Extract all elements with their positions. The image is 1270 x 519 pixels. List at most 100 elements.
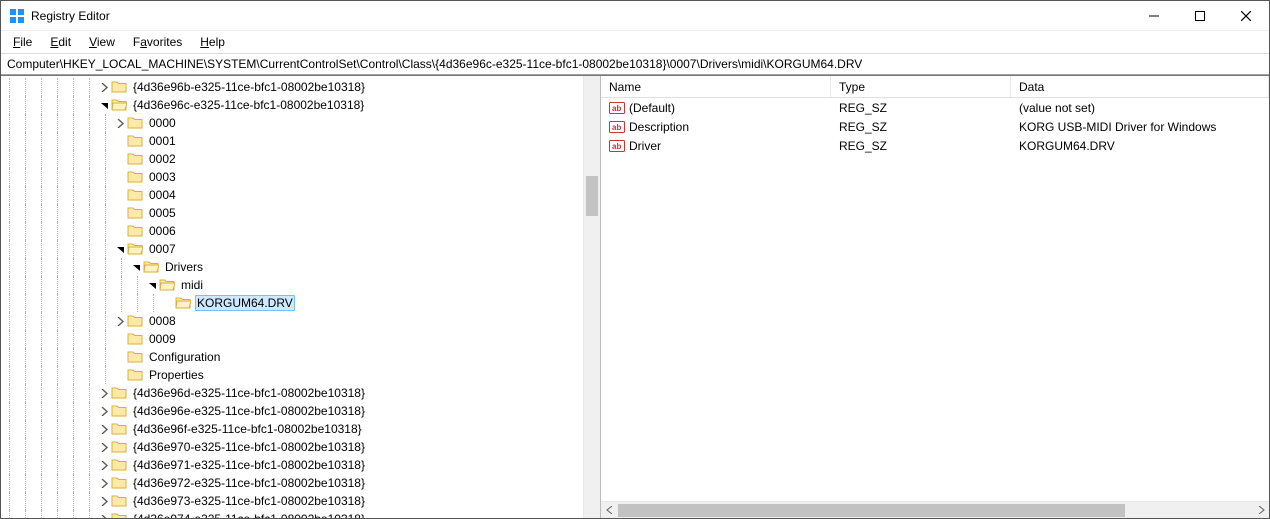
tree-label[interactable]: Drivers [163, 260, 205, 274]
chevron-right-icon[interactable] [97, 384, 111, 402]
tree-node-n0005[interactable]: 0005 [1, 204, 583, 222]
scroll-track[interactable] [618, 502, 1252, 519]
tree-node-n0006[interactable]: 0006 [1, 222, 583, 240]
tree-node-guid_6d[interactable]: {4d36e96d-e325-11ce-bfc1-08002be10318} [1, 384, 583, 402]
column-type[interactable]: Type [831, 76, 1011, 97]
tree-label[interactable]: 0002 [147, 152, 178, 166]
tree-label[interactable]: {4d36e96d-e325-11ce-bfc1-08002be10318} [131, 386, 367, 400]
values-list[interactable]: (Default)REG_SZ(value not set)Descriptio… [601, 98, 1269, 501]
tree-label[interactable]: {4d36e974-e325-11ce-bfc1-08002be10318} [131, 512, 367, 518]
menu-edit[interactable]: Edit [42, 33, 79, 51]
menu-file[interactable]: File [5, 33, 40, 51]
tree-label[interactable]: 0008 [147, 314, 178, 328]
tree-label[interactable]: 0001 [147, 134, 178, 148]
scroll-left-button[interactable] [601, 502, 618, 519]
tree-node-n0008[interactable]: 0008 [1, 312, 583, 330]
tree-label[interactable]: {4d36e96f-e325-11ce-bfc1-08002be10318} [131, 422, 364, 436]
scrollbar-thumb[interactable] [586, 176, 598, 216]
chevron-right-icon[interactable] [97, 456, 111, 474]
tree-node-guid_6b[interactable]: {4d36e96b-e325-11ce-bfc1-08002be10318} [1, 78, 583, 96]
minimize-button[interactable] [1131, 1, 1177, 31]
tree-node-midi[interactable]: midi [1, 276, 583, 294]
address-path[interactable]: Computer\HKEY_LOCAL_MACHINE\SYSTEM\Curre… [7, 57, 862, 71]
tree-node-n0003[interactable]: 0003 [1, 168, 583, 186]
chevron-right-icon[interactable] [97, 492, 111, 510]
menu-view[interactable]: View [81, 33, 123, 51]
tree-label[interactable]: {4d36e96e-e325-11ce-bfc1-08002be10318} [131, 404, 367, 418]
tree-node-guid_6e[interactable]: {4d36e96e-e325-11ce-bfc1-08002be10318} [1, 402, 583, 420]
column-data[interactable]: Data [1011, 76, 1269, 97]
tree-node-guid_70[interactable]: {4d36e970-e325-11ce-bfc1-08002be10318} [1, 438, 583, 456]
tree-node-korgum[interactable]: KORGUM64.DRV [1, 294, 583, 312]
tree-label[interactable]: {4d36e972-e325-11ce-bfc1-08002be10318} [131, 476, 367, 490]
horizontal-scrollbar[interactable] [601, 501, 1269, 518]
tree-node-guid_71[interactable]: {4d36e971-e325-11ce-bfc1-08002be10318} [1, 456, 583, 474]
tree-node-n0000[interactable]: 0000 [1, 114, 583, 132]
twisty-empty [113, 186, 127, 204]
tree-label[interactable]: {4d36e96c-e325-11ce-bfc1-08002be10318} [131, 98, 366, 112]
tree-label[interactable]: KORGUM64.DRV [195, 295, 295, 311]
chevron-right-icon[interactable] [97, 474, 111, 492]
chevron-down-icon[interactable] [129, 258, 143, 276]
twisty-empty [113, 204, 127, 222]
tree-label[interactable]: {4d36e971-e325-11ce-bfc1-08002be10318} [131, 458, 367, 472]
tree-node-n0004[interactable]: 0004 [1, 186, 583, 204]
tree-scrollbar[interactable] [583, 76, 600, 518]
chevron-down-icon[interactable] [113, 240, 127, 258]
tree-label[interactable]: 0006 [147, 224, 178, 238]
tree-label[interactable]: {4d36e973-e325-11ce-bfc1-08002be10318} [131, 494, 367, 508]
chevron-right-icon[interactable] [97, 438, 111, 456]
tree-node-n0001[interactable]: 0001 [1, 132, 583, 150]
values-header[interactable]: Name Type Data [601, 76, 1269, 98]
tree-node-guid_72[interactable]: {4d36e972-e325-11ce-bfc1-08002be10318} [1, 474, 583, 492]
chevron-right-icon[interactable] [113, 114, 127, 132]
value-row[interactable]: DescriptionREG_SZKORG USB-MIDI Driver fo… [601, 117, 1269, 136]
tree-label[interactable]: midi [179, 278, 205, 292]
value-row[interactable]: DriverREG_SZKORGUM64.DRV [601, 136, 1269, 155]
folder-icon [111, 385, 127, 401]
tree-label[interactable]: 0009 [147, 332, 178, 346]
chevron-right-icon[interactable] [97, 510, 111, 518]
tree-node-n0002[interactable]: 0002 [1, 150, 583, 168]
tree-node-guid_74[interactable]: {4d36e974-e325-11ce-bfc1-08002be10318} [1, 510, 583, 518]
chevron-right-icon[interactable] [113, 312, 127, 330]
close-button[interactable] [1223, 1, 1269, 31]
titlebar[interactable]: Registry Editor [1, 1, 1269, 31]
tree-node-guid_73[interactable]: {4d36e973-e325-11ce-bfc1-08002be10318} [1, 492, 583, 510]
tree-label[interactable]: Configuration [147, 350, 222, 364]
tree-node-configuration[interactable]: Configuration [1, 348, 583, 366]
tree-node-n0009[interactable]: 0009 [1, 330, 583, 348]
address-bar[interactable]: Computer\HKEY_LOCAL_MACHINE\SYSTEM\Curre… [1, 53, 1269, 75]
tree-label[interactable]: 0007 [147, 242, 178, 256]
value-row[interactable]: (Default)REG_SZ(value not set) [601, 98, 1269, 117]
menu-help[interactable]: Help [192, 33, 233, 51]
tree-label[interactable]: 0000 [147, 116, 178, 130]
tree-node-guid_6f[interactable]: {4d36e96f-e325-11ce-bfc1-08002be10318} [1, 420, 583, 438]
minimize-icon [1149, 11, 1159, 21]
tree-node-properties[interactable]: Properties [1, 366, 583, 384]
chevron-right-icon[interactable] [97, 402, 111, 420]
chevron-right-icon[interactable] [97, 78, 111, 96]
tree-label[interactable]: Properties [147, 368, 206, 382]
tree-label[interactable]: 0004 [147, 188, 178, 202]
tree-node-n0007[interactable]: 0007 [1, 240, 583, 258]
twisty-empty [113, 168, 127, 186]
tree-label[interactable]: 0005 [147, 206, 178, 220]
chevron-down-icon[interactable] [97, 96, 111, 114]
maximize-button[interactable] [1177, 1, 1223, 31]
string-value-icon [609, 119, 625, 135]
tree-label[interactable]: 0003 [147, 170, 178, 184]
menu-favorites[interactable]: Favorites [125, 33, 190, 51]
tree-label[interactable]: {4d36e96b-e325-11ce-bfc1-08002be10318} [131, 80, 367, 94]
chevron-right-icon[interactable] [97, 420, 111, 438]
tree-node-guid_6c[interactable]: {4d36e96c-e325-11ce-bfc1-08002be10318} [1, 96, 583, 114]
folder-icon [159, 277, 175, 293]
scroll-right-button[interactable] [1252, 502, 1269, 519]
registry-tree[interactable]: {4d36e96b-e325-11ce-bfc1-08002be10318} {4… [1, 76, 583, 518]
tree-label[interactable]: {4d36e970-e325-11ce-bfc1-08002be10318} [131, 440, 367, 454]
scroll-thumb[interactable] [618, 504, 1125, 517]
tree-node-drivers[interactable]: Drivers [1, 258, 583, 276]
chevron-down-icon[interactable] [145, 276, 159, 294]
column-name[interactable]: Name [601, 76, 831, 97]
value-data: KORGUM64.DRV [1011, 139, 1269, 153]
